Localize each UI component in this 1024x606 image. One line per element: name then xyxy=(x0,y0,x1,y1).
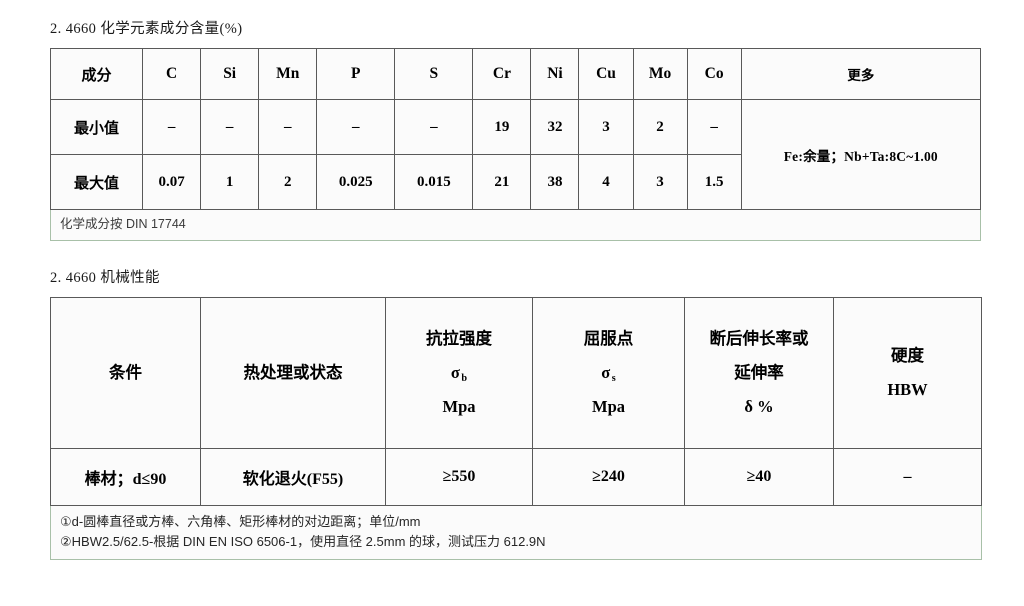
table-header-row: 条件 热处理或状态 抗拉强度 σb Mpa 屈服点 σs Mpa 断后伸长率或 … xyxy=(50,297,982,449)
header-label-condition: 条件 xyxy=(109,363,142,383)
table-header-row: 成分 C Si Mn P S Cr Ni Cu Mo Co 更多 xyxy=(49,48,982,100)
cell-min-ni: 32 xyxy=(530,99,580,155)
sigma-b-subscript: b xyxy=(461,372,468,384)
header-cell-ni: Ni xyxy=(530,48,580,100)
header-cell-heat-treatment: 热处理或状态 xyxy=(200,297,386,449)
header-symbol-delta-percent: δ % xyxy=(744,396,774,416)
header-cell-yield-point: 屈服点 σs Mpa xyxy=(532,297,685,449)
header-cell-component: 成分 xyxy=(49,48,144,100)
section-title-mechanical-properties: 2. 4660 机械性能 xyxy=(50,270,160,286)
header-cell-tensile-strength: 抗拉强度 σb Mpa xyxy=(385,297,533,449)
cell-heat-treatment: 软化退火(F55) xyxy=(200,448,386,506)
cell-max-mo: 3 xyxy=(632,154,688,210)
header-symbol-sigma-s: σs xyxy=(533,356,684,390)
header-cell-more: 更多 xyxy=(740,48,982,100)
table-row: 棒材；d≤90 软化退火(F55) ≥550 ≥240 ≥40 – xyxy=(50,448,982,506)
cell-max-cu: 4 xyxy=(578,154,634,210)
cell-min-s: – xyxy=(394,99,474,155)
cell-yield-point: ≥240 xyxy=(532,448,685,506)
cell-min-si: – xyxy=(200,99,260,155)
header-cell-si: Si xyxy=(200,48,260,100)
header-cell-cu: Cu xyxy=(578,48,634,100)
cell-max-mn: 2 xyxy=(258,154,318,210)
chemical-composition-table: 成分 C Si Mn P S Cr Ni Cu Mo Co 更多 最小值 – –… xyxy=(49,48,982,242)
cell-elongation: ≥40 xyxy=(684,448,834,506)
row-label-maximum: 最大值 xyxy=(49,154,144,210)
header-cell-c: C xyxy=(142,48,202,100)
header-label-tensile-strength: 抗拉强度 xyxy=(426,329,492,349)
sigma-s-subscript: s xyxy=(611,372,616,384)
header-label-hardness: 硬度 xyxy=(891,346,924,366)
row-label-minimum: 最小值 xyxy=(49,99,144,155)
cell-tensile-strength: ≥550 xyxy=(385,448,533,506)
header-unit-yield: Mpa xyxy=(592,396,625,416)
header-symbol-sigma-b: σb xyxy=(386,356,532,390)
cell-max-p: 0.025 xyxy=(316,154,396,210)
header-label-elongation-line1: 断后伸长率或 xyxy=(709,329,809,349)
sigma-glyph: σ xyxy=(450,363,460,383)
header-unit-tensile: Mpa xyxy=(442,396,476,416)
table-footnote-row: 化学成分按 DIN 17744 xyxy=(50,208,981,242)
cell-min-cu: 3 xyxy=(578,99,634,155)
header-cell-mn: Mn xyxy=(258,48,318,100)
header-label-heat-treatment: 热处理或状态 xyxy=(243,363,343,383)
header-cell-s: S xyxy=(394,48,474,100)
cell-min-co: – xyxy=(686,99,742,155)
header-cell-cr: Cr xyxy=(472,48,532,100)
footnote-2: ②HBW2.5/62.5-根据 DIN EN ISO 6506-1，使用直径 2… xyxy=(60,534,546,550)
header-cell-co: Co xyxy=(686,48,742,100)
header-label-elongation-line2: 延伸率 xyxy=(734,363,784,383)
header-cell-mo: Mo xyxy=(632,48,688,100)
cell-more-merged: Fe:余量；Nb+Ta:8C~1.00 xyxy=(740,99,982,210)
footnotes-mechanical: ①d-圆棒直径或方棒、六角棒、矩形棒材的对边距离；单位/mm ②HBW2.5/6… xyxy=(50,504,982,561)
cell-max-cr: 21 xyxy=(472,154,532,210)
footnote-1: ①d-圆棒直径或方棒、六角棒、矩形棒材的对边距离；单位/mm xyxy=(60,514,421,529)
cell-hardness: – xyxy=(833,448,982,506)
header-label-hbw: HBW xyxy=(887,380,928,399)
cell-min-mo: 2 xyxy=(632,99,688,155)
footnote-chemical-standard: 化学成分按 DIN 17744 xyxy=(50,208,981,242)
header-cell-hardness: 硬度 HBW xyxy=(833,297,982,449)
sigma-glyph: σ xyxy=(601,363,611,383)
cell-min-c: – xyxy=(142,99,202,155)
cell-max-co: 1.5 xyxy=(686,154,742,210)
header-label-yield-point: 屈服点 xyxy=(583,329,634,349)
cell-max-c: 0.07 xyxy=(142,154,202,210)
cell-condition: 棒材；d≤90 xyxy=(50,448,201,506)
cell-min-p: – xyxy=(316,99,396,155)
section-title-chemical-composition: 2. 4660 化学元素成分含量(%) xyxy=(50,21,243,37)
cell-max-s: 0.015 xyxy=(394,154,474,210)
document-page: 2. 4660 化学元素成分含量(%) 成分 C Si Mn P S Cr Ni… xyxy=(0,0,1024,606)
cell-max-ni: 38 xyxy=(530,154,580,210)
header-cell-elongation: 断后伸长率或 延伸率 δ % xyxy=(684,297,834,449)
header-cell-condition: 条件 xyxy=(50,297,201,449)
cell-min-cr: 19 xyxy=(472,99,532,155)
mechanical-properties-table: 条件 热处理或状态 抗拉强度 σb Mpa 屈服点 σs Mpa 断后伸长率或 … xyxy=(50,297,982,561)
table-row: 最小值 – – – – – 19 32 3 2 – Fe:余量；Nb+Ta:8C… xyxy=(49,99,982,210)
cell-max-si: 1 xyxy=(200,154,260,210)
table-footnote-row: ①d-圆棒直径或方棒、六角棒、矩形棒材的对边距离；单位/mm ②HBW2.5/6… xyxy=(50,504,982,561)
cell-min-mn: – xyxy=(258,99,318,155)
header-cell-p: P xyxy=(316,48,396,100)
